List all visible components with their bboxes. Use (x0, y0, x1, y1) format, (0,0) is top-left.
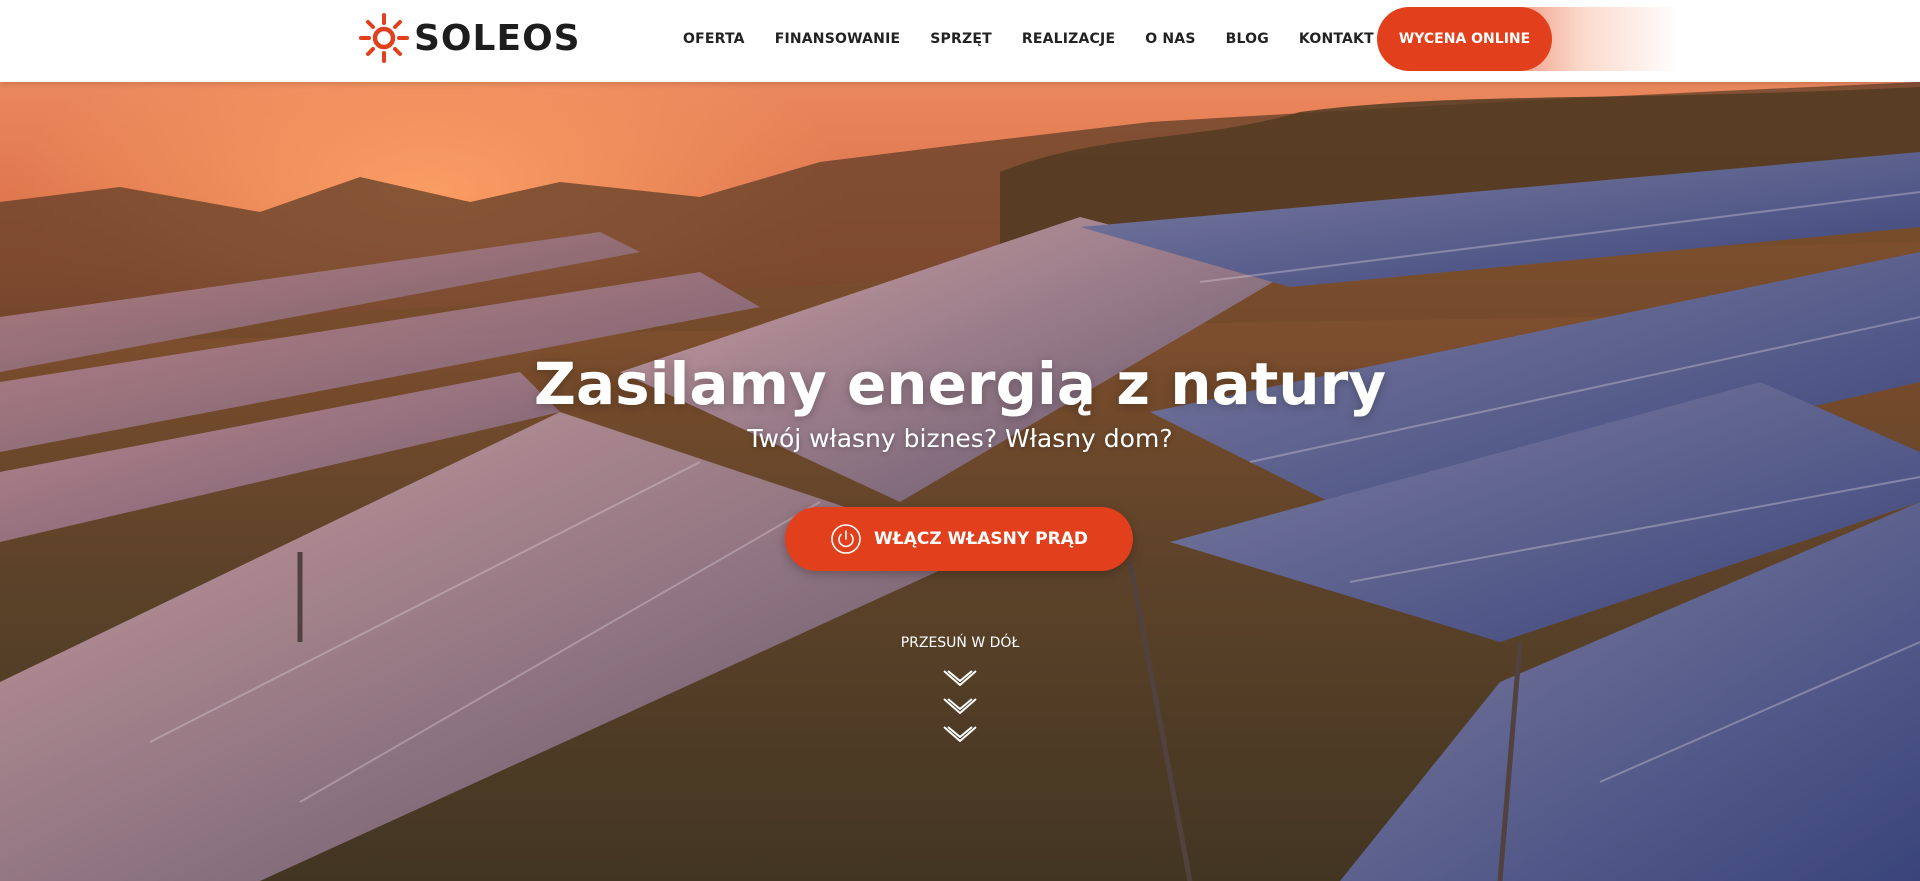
nav-item-realizacje[interactable]: REALIZACJE (1022, 31, 1115, 47)
hero-subtitle: Twój własny biznes? Własny dom? (747, 424, 1173, 453)
logo[interactable]: SOLEOS (358, 10, 581, 66)
sun-logo-icon (359, 13, 409, 63)
main-nav: OFERTA FINANSOWANIE SPRZĘT REALIZACJE O … (668, 0, 1389, 78)
site-header: SOLEOS OFERTA FINANSOWANIE SPRZĘT REALIZ… (0, 0, 1920, 82)
hero-title: Zasilamy energią z natury (533, 350, 1387, 418)
logo-text: SOLEOS (414, 17, 581, 59)
turn-on-power-label: WŁĄCZ WŁASNY PRĄD (874, 529, 1088, 549)
online-quote-button[interactable]: WYCENA ONLINE (1377, 7, 1552, 71)
nav-item-sprzet[interactable]: SPRZĘT (930, 31, 992, 47)
chevrons-down-icon[interactable] (940, 667, 980, 757)
nav-item-blog[interactable]: BLOG (1226, 31, 1269, 47)
nav-item-kontakt[interactable]: KONTAKT (1299, 31, 1374, 47)
nav-item-oferta[interactable]: OFERTA (683, 31, 745, 47)
hero-background-image (0, 82, 1920, 881)
scroll-down-label[interactable]: PRZESUŃ W DÓŁ (0, 635, 1920, 651)
nav-item-o-nas[interactable]: O NAS (1145, 31, 1195, 47)
power-icon (831, 524, 861, 554)
nav-item-finansowanie[interactable]: FINANSOWANIE (775, 31, 901, 47)
turn-on-power-button[interactable]: WŁĄCZ WŁASNY PRĄD (785, 507, 1133, 571)
hero-section: Zasilamy energią z natury Twój własny bi… (0, 82, 1920, 881)
